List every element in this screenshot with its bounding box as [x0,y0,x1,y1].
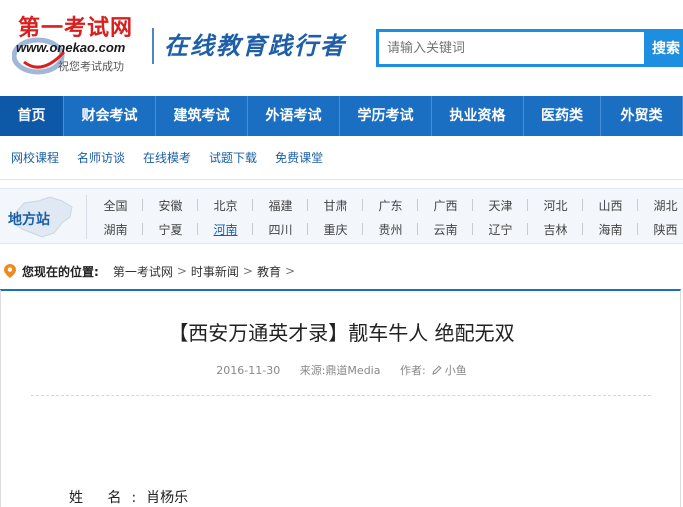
site-header: 第一考试网 www.onekao.com 祝您考试成功 在线教育践行者 搜索 [0,0,683,96]
region-label: 地方站 [8,212,50,228]
region-link[interactable]: 贵州 [363,221,418,238]
article-date: 2016-11-30 [216,364,281,377]
breadcrumb-home[interactable]: 第一考试网 [113,263,173,280]
logo-title: 第一考试网 [18,15,134,41]
region-link[interactable]: 吉林 [528,221,583,238]
subnav-online-courses[interactable]: 网校课程 [11,149,59,166]
logo-url: www.onekao.com [16,40,126,55]
body-field-value: 肖杨乐 [146,490,189,506]
source-value: 鼎道Media [325,364,381,377]
chevron-right-icon: > [242,264,253,278]
region-link[interactable]: 全国 [88,197,143,214]
region-link[interactable]: 四川 [253,221,308,238]
nav-item-accounting[interactable]: 财会考试 [64,96,156,136]
region-link[interactable]: 湖南 [88,221,143,238]
author-label: 作者: [399,364,426,377]
sub-nav: 网校课程 名师访谈 在线模考 试题下载 免费课堂 [0,136,683,180]
region-link[interactable]: 山西 [583,197,638,214]
article-author: 作者: 小鱼 [400,364,467,377]
search-bar: 搜索 [376,29,683,67]
logo-divider [152,28,154,64]
region-link[interactable]: 甘肃 [308,197,363,214]
chevron-right-icon: > [284,264,296,278]
region-link[interactable]: 安徽 [143,197,198,214]
search-input[interactable] [376,29,644,67]
region-link[interactable]: 广东 [363,197,418,214]
logo-tagline: 祝您考试成功 [58,60,124,73]
subnav-teacher-interviews[interactable]: 名师访谈 [77,149,125,166]
region-link[interactable]: 重庆 [308,221,363,238]
region-link[interactable]: 宁夏 [143,221,198,238]
site-logo[interactable]: 第一考试网 www.onekao.com 祝您考试成功 [12,10,152,80]
nav-item-professional[interactable]: 执业资格 [432,96,524,136]
subnav-free-class[interactable]: 免费课堂 [275,149,323,166]
nav-item-trade[interactable]: 外贸类 [601,96,683,136]
article-source: 来源:鼎道Media [300,364,381,377]
region-link[interactable]: 湖北 [638,197,683,214]
article-body-line: 姓 名:肖杨乐 [69,487,188,507]
region-link[interactable]: 云南 [418,221,473,238]
author-value: 小鱼 [444,364,467,377]
breadcrumb-news[interactable]: 时事新闻 [191,263,239,280]
breadcrumb-label: 您现在的位置: [22,264,99,279]
nav-item-academic[interactable]: 学历考试 [340,96,432,136]
search-button[interactable]: 搜索 [644,29,683,67]
region-link[interactable]: 陕西 [638,221,683,238]
source-label: 来源: [299,364,326,377]
subnav-mock-exams[interactable]: 在线模考 [143,149,191,166]
chevron-right-icon: > [176,264,187,278]
location-pin-icon [4,264,16,278]
pencil-icon [432,365,442,375]
article-panel: 【西安万通英才录】靓车牛人 绝配无双 2016-11-30 来源:鼎道Media… [0,289,681,507]
region-divider [86,195,87,239]
region-link[interactable]: 北京 [198,197,253,214]
article-meta: 2016-11-30 来源:鼎道Media 作者: 小鱼 [1,362,682,378]
article-title: 【西安万通英才录】靓车牛人 绝配无双 [168,321,515,345]
region-link[interactable]: 天津 [473,197,528,214]
region-link[interactable]: 河北 [528,197,583,214]
region-link[interactable]: 广西 [418,197,473,214]
region-link[interactable]: 河南 [198,221,253,238]
nav-item-language[interactable]: 外语考试 [248,96,340,136]
nav-item-home[interactable]: 首页 [0,96,64,136]
region-link[interactable]: 海南 [583,221,638,238]
breadcrumb-education[interactable]: 教育 [257,263,281,280]
subnav-downloads[interactable]: 试题下载 [209,149,257,166]
regional-sites: 地方站 全国 安徽 北京 福建 甘肃 广东 广西 天津 河北 山西 湖北 湖南 宁夏 河南 四川 重庆 贵州云… [0,188,683,244]
main-nav: 首页 财会考试 建筑考试 外语考试 学历考试 执业资格 医药类 外贸类 [0,96,683,136]
article-divider [31,395,651,396]
region-row-2: 湖南 宁夏 河南 四川 重庆 贵州 云南 辽宁 吉林 海南 陕西 [88,221,683,238]
nav-item-construction[interactable]: 建筑考试 [156,96,248,136]
region-row-1: 全国 安徽 北京 福建 甘肃 广东 广西 天津 河北 山西 湖北 [88,197,683,214]
body-field-label: 姓 名: [69,490,147,506]
site-slogan: 在线教育践行者 [164,31,346,60]
breadcrumb: 您现在的位置: 第一考试网 > 时事新闻 > 教育 > [0,258,683,284]
region-link[interactable]: 福建 [253,197,308,214]
region-link[interactable]: 辽宁 [473,221,528,238]
nav-item-medical[interactable]: 医药类 [524,96,601,136]
